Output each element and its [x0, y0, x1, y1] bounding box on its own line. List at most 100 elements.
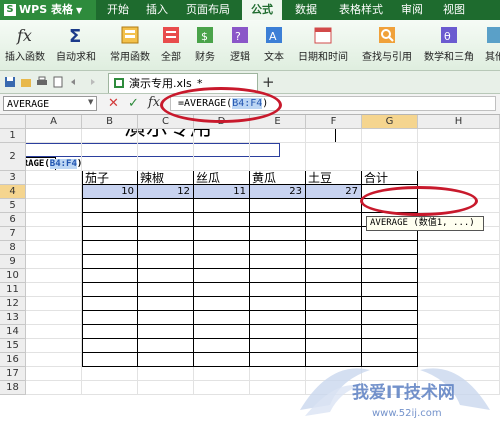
print-icon[interactable] [36, 76, 48, 88]
grid-cell[interactable] [250, 143, 306, 171]
math-trig-button[interactable]: θ 数学和三角 [420, 22, 478, 68]
grid-cell[interactable] [138, 381, 194, 395]
table-cell[interactable] [362, 311, 418, 325]
name-box[interactable]: AVERAGE [3, 96, 97, 111]
grid-cell[interactable] [194, 143, 250, 171]
row-header[interactable]: 12 [0, 297, 26, 311]
table-cell[interactable] [250, 255, 306, 269]
table-cell[interactable] [82, 297, 138, 311]
confirm-edit-icon[interactable]: ✓ [128, 96, 139, 111]
autosum-button[interactable]: Σ 自动求和 [50, 22, 102, 68]
table-cell[interactable] [194, 325, 250, 339]
grid-cell[interactable] [26, 171, 82, 185]
row-header[interactable]: 5 [0, 199, 26, 213]
column-label[interactable]: 合计 [362, 171, 418, 185]
grid-cell[interactable] [26, 381, 82, 395]
table-cell[interactable] [82, 339, 138, 353]
table-cell[interactable] [194, 339, 250, 353]
tab-insert[interactable]: 插入 [140, 0, 174, 20]
column-header[interactable]: H [418, 115, 500, 129]
grid-cell[interactable] [26, 255, 82, 269]
table-cell[interactable] [306, 297, 362, 311]
table-cell[interactable] [138, 325, 194, 339]
column-label[interactable]: 土豆 [306, 171, 362, 185]
table-cell[interactable] [82, 213, 138, 227]
table-cell[interactable] [138, 255, 194, 269]
row-header[interactable]: 9 [0, 255, 26, 269]
other-functions-button[interactable]: 其他 [480, 22, 500, 68]
column-header[interactable]: B [82, 115, 138, 129]
grid-cell[interactable] [82, 129, 138, 143]
grid-cell[interactable] [418, 129, 500, 143]
row-header[interactable]: 17 [0, 367, 26, 381]
row-header[interactable]: 6 [0, 213, 26, 227]
grid-cell[interactable] [306, 143, 362, 171]
table-cell[interactable] [138, 283, 194, 297]
grid-cell[interactable] [362, 129, 418, 143]
table-cell[interactable] [362, 269, 418, 283]
grid-cell[interactable] [26, 339, 82, 353]
table-cell[interactable] [362, 283, 418, 297]
date-time-button[interactable]: 日期和时间 [292, 22, 354, 68]
grid-cell[interactable] [362, 143, 418, 171]
table-cell[interactable] [306, 269, 362, 283]
redo-icon[interactable] [86, 76, 98, 88]
grid-cell[interactable] [26, 311, 82, 325]
table-cell[interactable] [194, 297, 250, 311]
table-cell[interactable] [194, 227, 250, 241]
column-header[interactable]: G [362, 115, 418, 129]
new-tab-plus-icon[interactable]: + [262, 73, 275, 91]
grid-cell[interactable] [418, 297, 500, 311]
tab-home[interactable]: 开始 [100, 0, 136, 20]
grid-cell[interactable] [26, 241, 82, 255]
all-functions-button[interactable]: 全部 [156, 22, 186, 68]
grid-cell[interactable] [82, 367, 138, 381]
table-cell[interactable] [306, 241, 362, 255]
tab-formulas[interactable]: 公式 [242, 0, 282, 20]
grid-cell[interactable] [306, 129, 362, 143]
grid-cell[interactable] [138, 143, 194, 171]
column-header[interactable]: F [306, 115, 362, 129]
grid-cell[interactable] [418, 269, 500, 283]
table-cell[interactable] [138, 241, 194, 255]
column-header[interactable]: A [26, 115, 82, 129]
row-header[interactable]: 3 [0, 171, 26, 185]
value-cell[interactable]: 11 [194, 185, 250, 199]
row-header[interactable]: 13 [0, 311, 26, 325]
grid-cell[interactable] [26, 283, 82, 297]
table-cell[interactable] [82, 325, 138, 339]
table-cell[interactable] [194, 199, 250, 213]
row-header[interactable]: 15 [0, 339, 26, 353]
grid-cell[interactable] [418, 283, 500, 297]
table-cell[interactable] [194, 283, 250, 297]
cancel-edit-icon[interactable]: ✕ [108, 96, 119, 111]
grid-cell[interactable] [26, 185, 82, 199]
table-cell[interactable] [362, 241, 418, 255]
table-cell[interactable] [250, 297, 306, 311]
table-cell[interactable] [82, 255, 138, 269]
row-header[interactable]: 2 [0, 143, 26, 171]
grid-cell[interactable] [418, 325, 500, 339]
table-cell[interactable] [362, 297, 418, 311]
tab-data[interactable]: 数据 [288, 0, 324, 20]
grid-cell[interactable] [26, 199, 82, 213]
table-cell[interactable] [194, 269, 250, 283]
logical-button[interactable]: ? 逻辑 [224, 22, 256, 68]
row-header[interactable]: 4 [0, 185, 26, 199]
grid-cell[interactable] [418, 255, 500, 269]
table-cell[interactable] [250, 199, 306, 213]
insert-function-fx-icon[interactable]: fx [148, 95, 160, 110]
table-cell[interactable] [138, 227, 194, 241]
text-functions-button[interactable]: A 文本 [258, 22, 290, 68]
table-cell[interactable] [82, 269, 138, 283]
grid-cell[interactable] [26, 227, 82, 241]
print-preview-icon[interactable] [52, 76, 64, 88]
grid-cell[interactable] [194, 367, 250, 381]
table-cell[interactable] [250, 283, 306, 297]
table-cell[interactable] [138, 213, 194, 227]
grid-cell[interactable] [418, 143, 500, 171]
grid-cell[interactable] [26, 367, 82, 381]
undo-icon[interactable] [68, 76, 80, 88]
table-cell[interactable] [306, 325, 362, 339]
row-header[interactable]: 1 [0, 129, 26, 143]
